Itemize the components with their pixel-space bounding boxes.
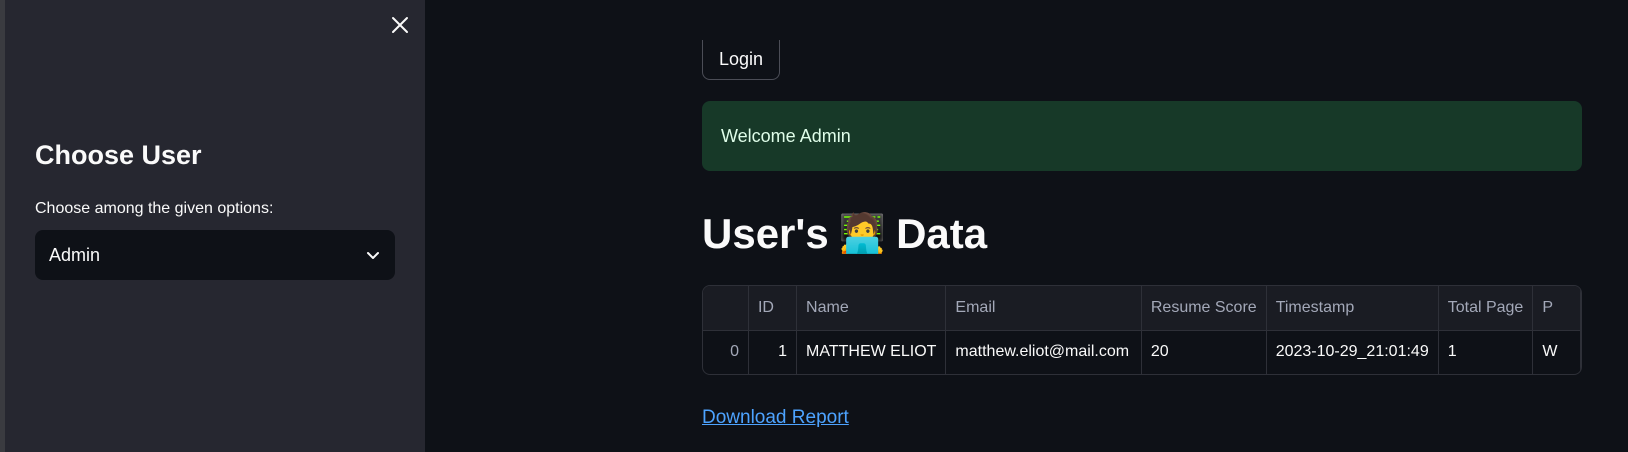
success-message: Welcome Admin: [721, 125, 851, 146]
column-header-resume-score[interactable]: Resume Score: [1141, 286, 1267, 331]
app-root: Choose User Choose among the given optio…: [0, 0, 1628, 452]
heading-text-end: Data: [896, 210, 988, 257]
sidebar-title: Choose User: [35, 140, 202, 170]
column-header-email[interactable]: Email: [945, 286, 1142, 331]
user-select-label: Choose among the given options:: [35, 200, 274, 217]
cell-truncated: W: [1532, 330, 1581, 374]
technologist-emoji-icon: 🧑‍💻: [838, 213, 887, 255]
cell-email: matthew.eliot@mail.com: [945, 330, 1142, 374]
cell-name: MATTHEW ELIOT: [796, 330, 947, 374]
cell-id: 1: [748, 330, 798, 374]
close-icon: [392, 17, 408, 33]
cell-timestamp: 2023-10-29_21:01:49: [1266, 330, 1439, 374]
column-header-index[interactable]: [703, 286, 749, 331]
login-button[interactable]: Login: [702, 40, 780, 80]
table-header-row: ID Name Email Resume Score Timestamp Tot…: [703, 286, 1581, 331]
page-heading: User's 🧑‍💻 Data: [702, 210, 987, 258]
download-report-link[interactable]: Download Report: [702, 407, 849, 429]
close-sidebar-button[interactable]: [385, 10, 415, 40]
data-table[interactable]: ID Name Email Resume Score Timestamp Tot…: [702, 285, 1582, 375]
heading-text-start: User's: [702, 210, 829, 257]
cell-index: 0: [703, 330, 749, 374]
sidebar: Choose User Choose among the given optio…: [5, 0, 425, 452]
success-alert: Welcome Admin: [702, 101, 1582, 171]
column-header-name[interactable]: Name: [796, 286, 947, 331]
main-content: Login Welcome Admin User's 🧑‍💻 Data ID N…: [425, 0, 1628, 452]
user-select-value: Admin: [49, 244, 101, 265]
table-row[interactable]: 0 1 MATTHEW ELIOT matthew.eliot@mail.com…: [703, 330, 1581, 374]
column-header-truncated[interactable]: P: [1532, 286, 1581, 331]
column-header-id[interactable]: ID: [748, 286, 798, 331]
cell-total-page: 1: [1438, 330, 1534, 374]
chevron-down-icon: [367, 252, 379, 259]
user-select[interactable]: Admin: [35, 230, 395, 280]
cell-resume-score: 20: [1141, 330, 1267, 374]
column-header-timestamp[interactable]: Timestamp: [1266, 286, 1439, 331]
column-header-total-page[interactable]: Total Page: [1438, 286, 1534, 331]
